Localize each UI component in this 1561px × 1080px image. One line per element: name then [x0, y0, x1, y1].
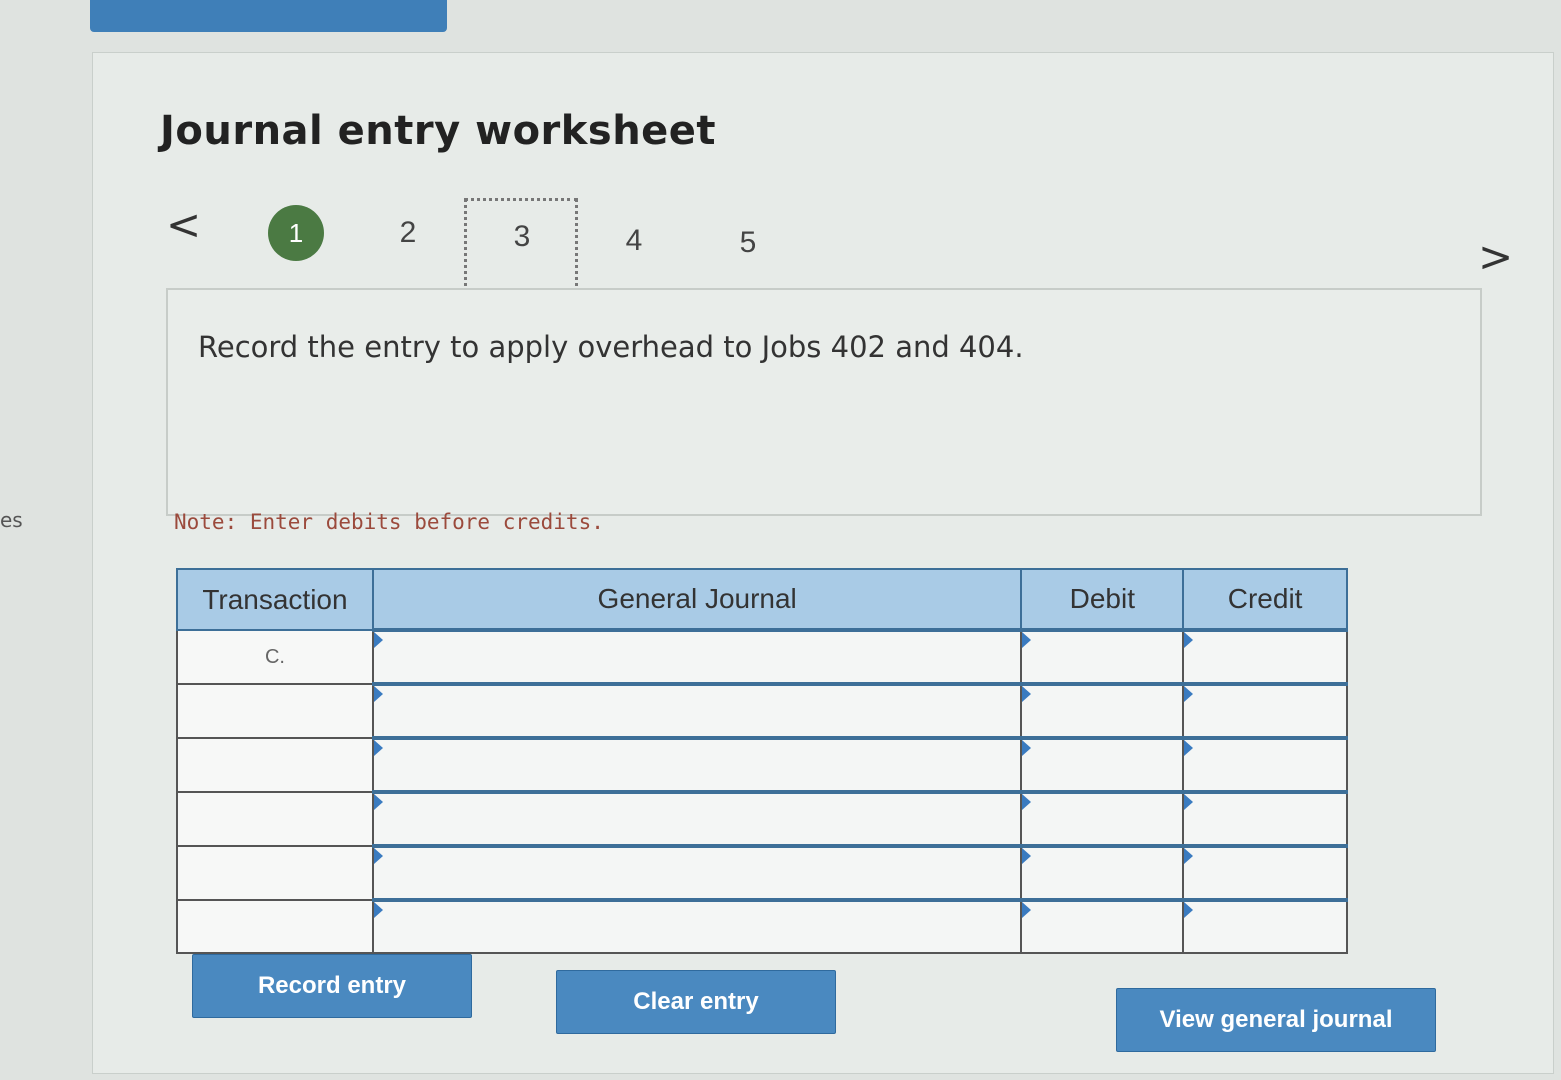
transaction-cell: C.	[176, 629, 374, 685]
dropdown-marker-icon	[373, 794, 383, 810]
step-3-button[interactable]: 3	[502, 220, 542, 254]
debit-input[interactable]	[1020, 628, 1185, 685]
account-input[interactable]	[371, 844, 1023, 901]
credit-input[interactable]	[1182, 736, 1348, 793]
chevron-left-icon[interactable]: <	[166, 204, 201, 246]
view-general-journal-button[interactable]: View general journal	[1116, 988, 1436, 1052]
clear-entry-button[interactable]: Clear entry	[556, 970, 836, 1034]
debit-input[interactable]	[1020, 844, 1185, 901]
step-2-button[interactable]: 2	[388, 216, 428, 250]
table-row: C.	[176, 628, 1348, 685]
table-row	[176, 898, 1348, 954]
prompt-text: Record the entry to apply overhead to Jo…	[198, 330, 1024, 364]
dropdown-marker-icon	[1184, 686, 1194, 702]
table-header-row: Transaction General Journal Debit Credit	[176, 568, 1348, 631]
debit-input[interactable]	[1020, 682, 1185, 739]
credit-input[interactable]	[1182, 628, 1348, 685]
dropdown-marker-icon	[1022, 794, 1032, 810]
account-input[interactable]	[371, 790, 1023, 847]
dropdown-marker-icon	[1022, 902, 1032, 918]
dropdown-marker-icon	[1022, 740, 1032, 756]
dropdown-marker-icon	[373, 686, 383, 702]
dropdown-marker-icon	[1184, 902, 1194, 918]
dropdown-marker-icon	[373, 632, 383, 648]
header-debit: Debit	[1020, 568, 1185, 631]
dropdown-marker-icon	[1184, 794, 1194, 810]
dropdown-marker-icon	[373, 902, 383, 918]
dropdown-marker-icon	[1022, 686, 1032, 702]
transaction-cell	[176, 683, 374, 739]
credit-input[interactable]	[1182, 844, 1348, 901]
debit-input[interactable]	[1020, 790, 1185, 847]
table-row	[176, 844, 1348, 901]
account-input[interactable]	[371, 628, 1023, 685]
debit-input[interactable]	[1020, 736, 1185, 793]
top-action-button[interactable]	[90, 0, 447, 32]
step-5-button[interactable]: 5	[728, 226, 768, 260]
table-row	[176, 682, 1348, 739]
record-entry-button[interactable]: Record entry	[192, 954, 472, 1018]
header-transaction: Transaction	[176, 568, 374, 631]
note-text: Note: Enter debits before credits.	[174, 510, 604, 534]
transaction-cell	[176, 899, 374, 954]
header-general-journal: General Journal	[371, 568, 1023, 631]
left-edge-text: es	[0, 508, 23, 532]
credit-input[interactable]	[1182, 790, 1348, 847]
transaction-cell	[176, 845, 374, 901]
dropdown-marker-icon	[373, 848, 383, 864]
transaction-cell	[176, 737, 374, 793]
credit-input[interactable]	[1182, 898, 1348, 954]
account-input[interactable]	[371, 682, 1023, 739]
step-1-button[interactable]: 1	[268, 205, 324, 261]
dropdown-marker-icon	[1022, 848, 1032, 864]
transaction-cell	[176, 791, 374, 847]
dropdown-marker-icon	[1184, 632, 1194, 648]
table-row	[176, 790, 1348, 847]
debit-input[interactable]	[1020, 898, 1185, 954]
dropdown-marker-icon	[373, 740, 383, 756]
prompt-box: Record the entry to apply overhead to Jo…	[166, 288, 1482, 516]
dropdown-marker-icon	[1184, 740, 1194, 756]
dropdown-marker-icon	[1022, 632, 1032, 648]
journal-table: Transaction General Journal Debit Credit…	[176, 568, 1348, 954]
chevron-right-icon[interactable]: >	[1478, 236, 1513, 278]
step-4-button[interactable]: 4	[614, 224, 654, 258]
account-input[interactable]	[371, 898, 1023, 954]
header-credit: Credit	[1182, 568, 1348, 631]
credit-input[interactable]	[1182, 682, 1348, 739]
page-title: Journal entry worksheet	[160, 108, 717, 154]
dropdown-marker-icon	[1184, 848, 1194, 864]
table-row	[176, 736, 1348, 793]
account-input[interactable]	[371, 736, 1023, 793]
